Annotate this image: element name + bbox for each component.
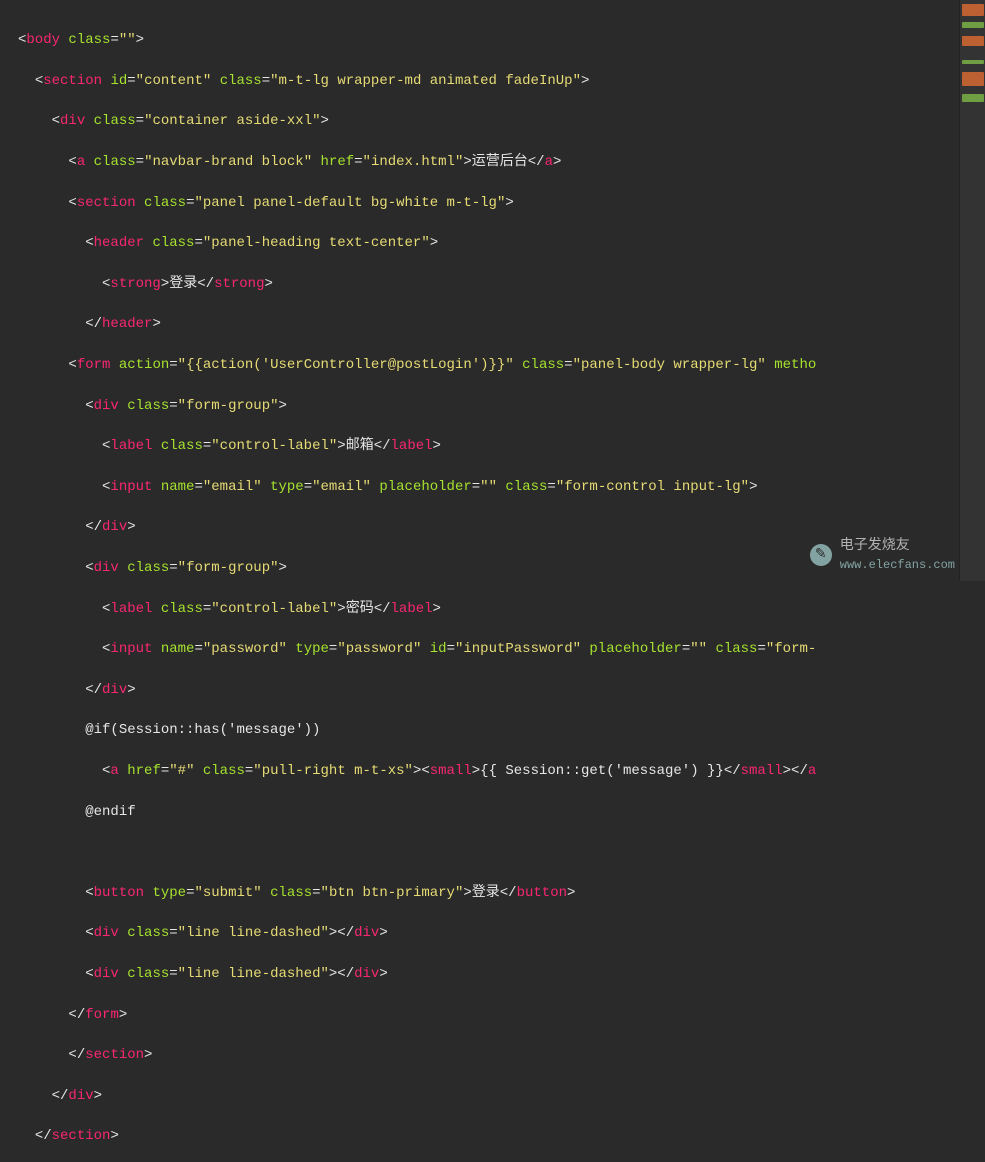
- code-line: <strong>登录</strong>: [18, 274, 985, 294]
- code-line: <header class="panel-heading text-center…: [18, 233, 985, 253]
- code-line: <label class="control-label">密码</label>: [18, 599, 985, 619]
- code-line: </form>: [18, 1005, 985, 1025]
- code-line: <div class="line line-dashed"></div>: [18, 923, 985, 943]
- watermark: ✎ 电子发烧友 www.elecfans.com: [810, 536, 955, 575]
- code-line: <input name="password" type="password" i…: [18, 639, 985, 659]
- code-line: <label class="control-label">邮箱</label>: [18, 436, 985, 456]
- watermark-title: 电子发烧友: [840, 538, 910, 554]
- logo-icon: ✎: [810, 544, 832, 566]
- code-line: </header>: [18, 314, 985, 334]
- code-line: <input name="email" type="email" placeho…: [18, 477, 985, 497]
- code-line: <body class="">: [18, 30, 985, 50]
- code-line: <form action="{{action('UserController@p…: [18, 355, 985, 375]
- minimap[interactable]: [959, 0, 985, 581]
- code-line: <div class="container aside-xxl">: [18, 111, 985, 131]
- code-line: <section id="content" class="m-t-lg wrap…: [18, 71, 985, 91]
- code-line: </div>: [18, 1086, 985, 1106]
- code-line: <div class="form-group">: [18, 396, 985, 416]
- code-line: <button type="submit" class="btn btn-pri…: [18, 883, 985, 903]
- code-line: </section>: [18, 1126, 985, 1146]
- code-line: @endif: [18, 802, 985, 822]
- code-line: @if(Session::has('message')): [18, 720, 985, 740]
- code-line: </div>: [18, 517, 985, 537]
- code-line: </section>: [18, 1045, 985, 1065]
- watermark-url: www.elecfans.com: [840, 558, 955, 572]
- code-line: <a href="#" class="pull-right m-t-xs"><s…: [18, 761, 985, 781]
- code-line: <section class="panel panel-default bg-w…: [18, 193, 985, 213]
- code-line: </div>: [18, 680, 985, 700]
- code-line: [18, 842, 985, 862]
- code-editor-viewport[interactable]: <body class=""> <section id="content" cl…: [0, 0, 985, 1162]
- code-line: <div class="line line-dashed"></div>: [18, 964, 985, 984]
- code-line: <a class="navbar-brand block" href="inde…: [18, 152, 985, 172]
